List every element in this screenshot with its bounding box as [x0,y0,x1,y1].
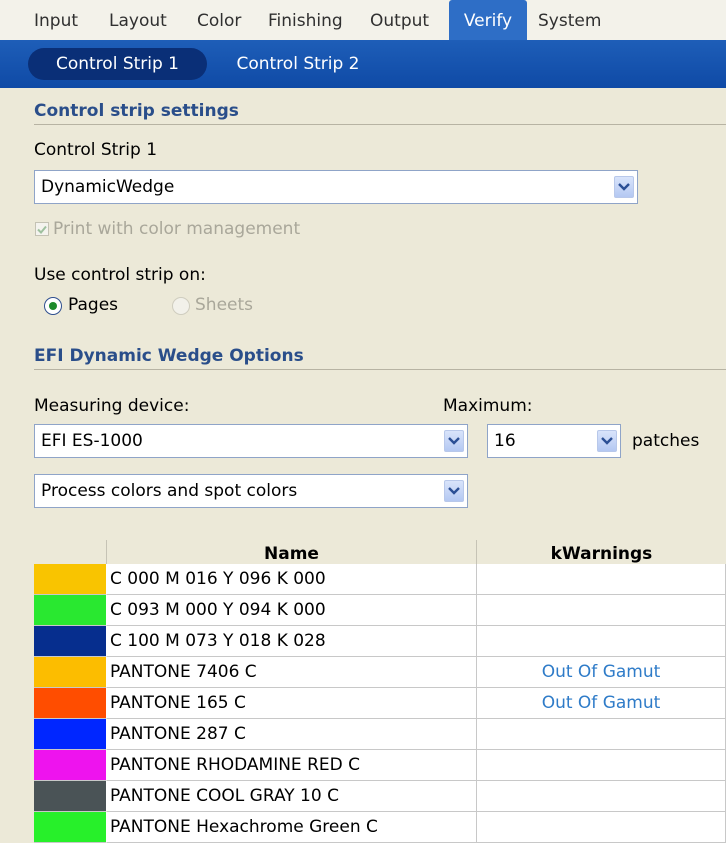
table-header: Name kWarnings [34,540,726,565]
color-swatch [34,812,107,843]
patch-name-cell: PANTONE 7406 C [107,657,477,688]
tab-layout[interactable]: Layout [109,0,167,40]
maximum-patches-value: 16 [494,431,516,451]
radio-selected-dot [49,302,57,310]
color-swatch [34,750,107,781]
tab-output[interactable]: Output [370,0,429,40]
patch-name-cell: C 093 M 000 Y 094 K 000 [107,595,477,626]
main-tab-bar: Input Layout Color Finishing Output Veri… [0,0,726,41]
patch-warning-cell: Out Of Gamut [477,657,726,688]
chevron-down-icon[interactable] [444,430,464,452]
use-control-strip-label: Use control strip on: [34,265,206,285]
patch-name-cell: PANTONE COOL GRAY 10 C [107,781,477,812]
table-row[interactable]: PANTONE 287 C [34,719,726,750]
patch-warning-cell [477,781,726,812]
sheets-radio-label: Sheets [195,295,254,315]
patch-name-cell: PANTONE 165 C [107,688,477,719]
control-strip-select[interactable]: DynamicWedge [34,170,638,204]
color-swatch [34,657,107,688]
name-column-header[interactable]: Name [107,540,477,565]
tab-color[interactable]: Color [197,0,241,40]
section-divider [34,369,726,370]
table-row[interactable]: PANTONE RHODAMINE RED C [34,750,726,781]
swatch-column-header[interactable] [34,540,107,565]
patch-warning-cell [477,626,726,657]
color-swatch [34,564,107,595]
table-row[interactable]: C 093 M 000 Y 094 K 000 [34,595,726,626]
patch-warning-cell [477,719,726,750]
patch-warning-cell [477,595,726,626]
patch-warning-cell [477,812,726,843]
dynamic-wedge-heading: EFI Dynamic Wedge Options [34,346,304,366]
tab-system[interactable]: System [538,0,601,40]
sheets-radio[interactable] [172,297,190,315]
chevron-down-icon[interactable] [614,176,634,198]
patch-name-cell: C 000 M 016 Y 096 K 000 [107,564,477,595]
color-swatch [34,626,107,657]
patch-name-cell: C 100 M 073 Y 018 K 028 [107,626,477,657]
tab-control-strip-2[interactable]: Control Strip 2 [226,48,370,80]
pages-radio[interactable] [44,297,62,315]
control-strip-select-value: DynamicWedge [41,177,175,197]
patches-label: patches [632,431,700,451]
control-strip-tab-bar: Control Strip 1 Control Strip 2 [0,40,726,88]
tab-verify[interactable]: Verify [449,0,527,40]
color-swatch [34,688,107,719]
measuring-device-label: Measuring device: [34,396,190,416]
patch-warning-cell [477,750,726,781]
color-swatch [34,595,107,626]
table-row[interactable]: C 100 M 073 Y 018 K 028 [34,626,726,657]
measuring-device-select[interactable]: EFI ES-1000 [34,424,468,458]
table-row[interactable]: C 000 M 016 Y 096 K 000 [34,564,726,595]
patch-name-cell: PANTONE RHODAMINE RED C [107,750,477,781]
section-divider [34,124,726,125]
table-row[interactable]: PANTONE Hexachrome Green C [34,812,726,843]
print-color-management-checkbox[interactable] [35,222,49,236]
patch-table: Name kWarnings C 000 M 016 Y 096 K 000 C … [34,540,726,843]
patch-warning-cell [477,564,726,595]
tab-control-strip-1[interactable]: Control Strip 1 [28,48,207,80]
patch-name-cell: PANTONE 287 C [107,719,477,750]
color-types-select[interactable]: Process colors and spot colors [34,474,468,508]
pages-radio-label: Pages [68,295,119,315]
control-strip-1-label: Control Strip 1 [34,140,158,160]
table-row[interactable]: PANTONE 165 C Out Of Gamut [34,688,726,719]
color-types-value: Process colors and spot colors [41,481,298,501]
color-swatch [34,719,107,750]
patch-name-cell: PANTONE Hexachrome Green C [107,812,477,843]
maximum-label: Maximum: [443,396,533,416]
control-strip-settings-heading: Control strip settings [34,101,239,121]
table-row[interactable]: PANTONE 7406 C Out Of Gamut [34,657,726,688]
chevron-down-icon[interactable] [444,480,464,502]
color-swatch [34,781,107,812]
print-color-management-label: Print with color management [53,219,301,239]
maximum-patches-select[interactable]: 16 [487,424,621,458]
patch-warning-cell: Out Of Gamut [477,688,726,719]
warnings-column-header[interactable]: kWarnings [477,540,726,565]
chevron-down-icon[interactable] [597,430,617,452]
measuring-device-value: EFI ES-1000 [41,431,143,451]
tab-input[interactable]: Input [34,0,78,40]
table-row[interactable]: PANTONE COOL GRAY 10 C [34,781,726,812]
tab-finishing[interactable]: Finishing [268,0,343,40]
